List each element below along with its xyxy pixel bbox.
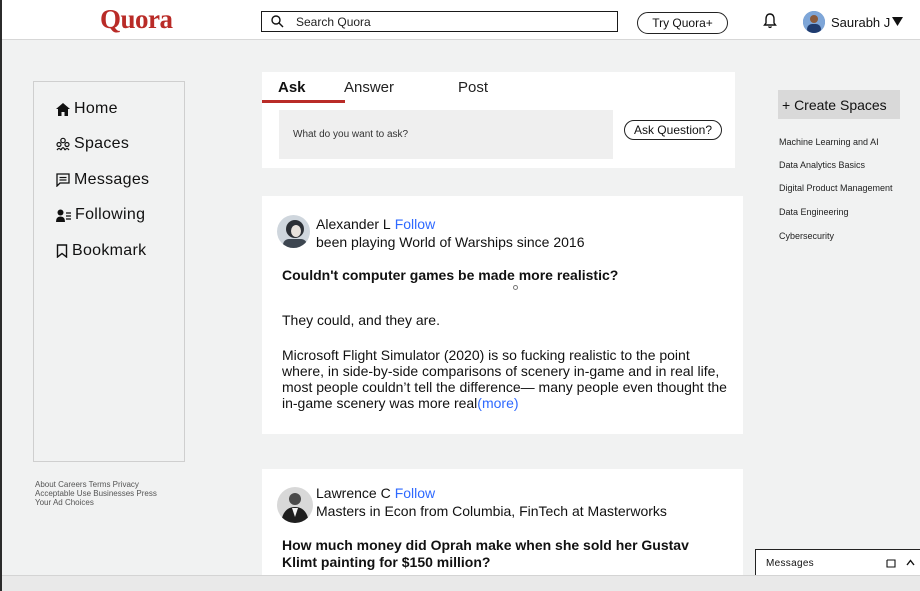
- ask-input-placeholder: What do you want to ask?: [293, 129, 409, 140]
- question-title-line: How much money did Oprah make when she s…: [282, 537, 689, 553]
- author-avatar[interactable]: [277, 487, 313, 523]
- author-name[interactable]: Lawrence C: [316, 485, 391, 501]
- chevron-up-icon[interactable]: [906, 559, 915, 566]
- spaces-icon: [56, 137, 70, 151]
- answer-paragraph: They could, and they are.: [282, 312, 440, 328]
- post-author-line: Lawrence C Follow: [316, 485, 435, 501]
- feed-post: Alexander L Follow been playing World of …: [262, 196, 743, 434]
- nav-label-messages: Messages: [74, 171, 150, 188]
- nav-item-following[interactable]: Following: [56, 206, 145, 224]
- answer-paragraph: Microsoft Flight Simulator (2020) is so …: [282, 347, 732, 411]
- tab-ask[interactable]: Ask: [278, 79, 306, 96]
- question-title-line: Klimt painting for $150 million?: [282, 554, 491, 570]
- question-title[interactable]: Couldn't computer games be made more rea…: [282, 267, 618, 284]
- ask-card: Ask Answer Post What do you want to ask?…: [262, 72, 735, 168]
- ask-question-button[interactable]: Ask Question?: [624, 120, 722, 140]
- nav-label-bookmark: Bookmark: [72, 242, 147, 259]
- footer-links-line3[interactable]: Your Ad Choices: [35, 498, 185, 507]
- active-tab-indicator: [262, 100, 345, 103]
- author-avatar[interactable]: [277, 215, 310, 248]
- home-icon: [56, 102, 70, 116]
- nav-label-spaces: Spaces: [74, 135, 130, 152]
- feed-post: Lawrence C Follow Masters in Econ from Co…: [262, 469, 743, 591]
- app-frame: Quora Try Quora+ Saurabh J: [0, 0, 920, 591]
- user-avatar[interactable]: [803, 11, 825, 33]
- space-link[interactable]: Data Engineering: [779, 207, 849, 217]
- question-title[interactable]: How much money did Oprah make when she s…: [282, 537, 689, 571]
- messages-icon: [56, 173, 70, 187]
- post-author-line: Alexander L Follow: [316, 216, 435, 232]
- follow-link[interactable]: Follow: [395, 216, 435, 232]
- search-input[interactable]: [296, 14, 596, 29]
- try-quora-plus-button[interactable]: Try Quora+: [637, 12, 728, 34]
- ask-input[interactable]: What do you want to ask?: [279, 110, 613, 159]
- quora-logo[interactable]: Quora: [100, 4, 173, 35]
- tab-answer[interactable]: Answer: [344, 79, 394, 96]
- follow-link[interactable]: Follow: [395, 485, 435, 501]
- new-message-icon[interactable]: [886, 559, 896, 568]
- author-avatar-image: [277, 215, 310, 248]
- tab-post[interactable]: Post: [458, 79, 488, 96]
- messages-dock-label: Messages: [766, 558, 814, 569]
- more-link[interactable]: (more): [477, 395, 518, 411]
- messages-dock[interactable]: Messages: [755, 549, 920, 575]
- space-link[interactable]: Cybersecurity: [779, 231, 834, 241]
- user-avatar-image: [803, 11, 825, 33]
- nav-item-messages[interactable]: Messages: [56, 171, 149, 189]
- bookmark-icon: [56, 244, 68, 258]
- nav-item-bookmark[interactable]: Bookmark: [56, 242, 146, 260]
- top-header: Quora Try Quora+ Saurabh J: [2, 0, 920, 40]
- nav-item-home[interactable]: Home: [56, 100, 118, 118]
- bell-icon[interactable]: [763, 13, 777, 29]
- create-spaces-button[interactable]: + Create Spaces: [778, 90, 900, 119]
- space-link[interactable]: Machine Learning and AI: [779, 137, 879, 147]
- left-sidebar: Home Spaces Messages Following Bookmark: [33, 81, 185, 462]
- nav-item-spaces[interactable]: Spaces: [56, 135, 129, 153]
- nav-label-home: Home: [74, 100, 118, 117]
- cursor-icon: [513, 285, 518, 290]
- following-icon: [56, 209, 71, 222]
- search-icon: [271, 15, 284, 28]
- bottom-strip: [2, 575, 920, 591]
- author-name[interactable]: Alexander L: [316, 216, 391, 232]
- author-avatar-image: [277, 487, 313, 523]
- nav-label-following: Following: [75, 206, 146, 223]
- author-credential: been playing World of Warships since 201…: [316, 234, 585, 250]
- footer-links[interactable]: About Careers Terms Privacy Acceptable U…: [35, 480, 185, 507]
- search-bar[interactable]: [261, 11, 618, 32]
- space-link[interactable]: Digital Product Management: [779, 183, 893, 193]
- author-credential: Masters in Econ from Columbia, FinTech a…: [316, 503, 667, 519]
- caret-down-icon[interactable]: [892, 17, 903, 26]
- space-link[interactable]: Data Analytics Basics: [779, 160, 865, 170]
- footer-links-line1[interactable]: About Careers Terms Privacy: [35, 480, 185, 489]
- footer-links-line2[interactable]: Acceptable Use Businesses Press: [35, 489, 185, 498]
- user-name[interactable]: Saurabh J: [831, 15, 890, 30]
